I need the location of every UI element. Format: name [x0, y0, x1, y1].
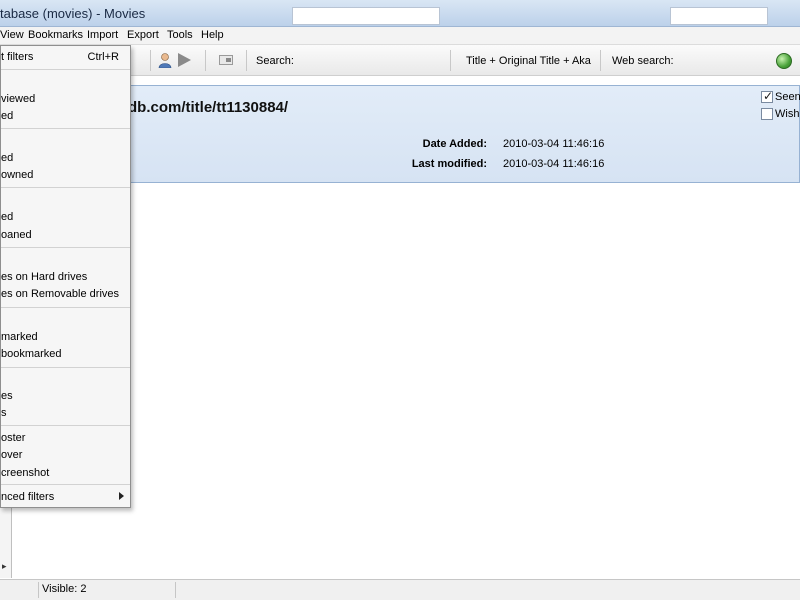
status-separator	[38, 582, 39, 598]
window-title: tabase (movies) - Movies	[0, 6, 146, 21]
menu-bookmarks[interactable]: Bookmarks	[28, 29, 83, 41]
date-added-value: 2010-03-04 11:46:16	[503, 138, 605, 150]
menu-separator	[1, 69, 130, 70]
menu-item-filter[interactable]: ed	[1, 209, 130, 226]
card-icon[interactable]	[219, 55, 233, 65]
menu-item-filter[interactable]: marked	[1, 329, 130, 346]
seen-checkbox[interactable]	[761, 89, 773, 103]
menu-item-label: s	[1, 407, 7, 419]
menu-item-reset-filters[interactable]: t filters Ctrl+R	[1, 49, 130, 66]
wish-checkbox[interactable]	[761, 108, 773, 120]
menu-item-filter[interactable]: es on Removable drives	[1, 286, 130, 303]
chevron-right-icon[interactable]: ▸	[2, 561, 7, 572]
menu-item-label: over	[1, 449, 23, 461]
submenu-arrow-icon	[119, 492, 124, 500]
menu-item-label: viewed	[1, 93, 36, 105]
search-label: Search:	[256, 55, 294, 67]
last-modified-value: 2010-03-04 11:46:16	[503, 158, 605, 170]
menu-separator	[1, 128, 130, 129]
menu-item-advanced-filters[interactable]: nced filters	[1, 489, 130, 506]
toolbar-separator	[150, 50, 151, 71]
status-separator	[175, 582, 176, 598]
menu-separator	[1, 367, 130, 368]
menu-item-filter[interactable]: oaned	[1, 227, 130, 244]
seen-label: Seen	[775, 91, 800, 103]
wish-label: Wish	[775, 108, 800, 120]
imdb-url[interactable]: db.com/title/tt1130884/	[128, 99, 288, 116]
person-icon[interactable]	[157, 52, 173, 68]
toolbar-separator	[246, 50, 247, 71]
menu-item-filter[interactable]: viewed	[1, 91, 130, 108]
menu-item-filter[interactable]: creenshot	[1, 465, 130, 482]
menu-import[interactable]: Import	[87, 29, 118, 41]
menu-item-label: creenshot	[1, 467, 50, 479]
web-search-input[interactable]	[670, 7, 768, 25]
search-scope-selector[interactable]: Title + Original Title + Aka	[466, 55, 591, 67]
menu-bar: View Bookmarks Import Export Tools Help	[0, 27, 800, 45]
menu-item-label: ed	[1, 152, 14, 164]
menu-item-label: ed	[1, 110, 14, 122]
status-bar	[0, 579, 800, 600]
toolbar-separator	[205, 50, 206, 71]
menu-item-label: t filters	[1, 51, 34, 63]
toolbar-separator	[450, 50, 451, 71]
menu-item-filter[interactable]: s	[1, 405, 130, 422]
menu-separator	[1, 425, 130, 426]
web-search-go-button[interactable]	[776, 53, 792, 69]
menu-item-filter[interactable]: es on Hard drives	[1, 269, 130, 286]
menu-item-filter[interactable]: es	[1, 388, 130, 405]
menu-item-filter[interactable]: over	[1, 447, 130, 464]
last-modified-label: Last modified:	[411, 158, 487, 170]
menu-item-filter[interactable]: ed	[1, 150, 130, 167]
menu-item-label: marked	[1, 331, 38, 343]
date-added-label: Date Added:	[422, 138, 487, 150]
menu-item-filter[interactable]: ed	[1, 108, 130, 125]
menu-item-label: es on Removable drives	[1, 288, 120, 300]
toolbar-separator	[600, 50, 601, 71]
filter-dropdown-menu: t filters Ctrl+R viewed ed ed owned ed o…	[0, 45, 131, 508]
menu-export[interactable]: Export	[127, 29, 159, 41]
menu-item-label: nced filters	[1, 491, 55, 503]
menu-item-shortcut: Ctrl+R	[87, 51, 119, 63]
menu-tools[interactable]: Tools	[167, 29, 193, 41]
search-input[interactable]	[292, 7, 440, 25]
menu-item-filter[interactable]: oster	[1, 430, 130, 447]
menu-item-label: ed	[1, 211, 14, 223]
menu-help[interactable]: Help	[201, 29, 224, 41]
menu-separator	[1, 484, 130, 485]
menu-item-label: es	[1, 390, 13, 402]
menu-view[interactable]: View	[0, 29, 24, 41]
menu-separator	[1, 187, 130, 188]
menu-separator	[1, 247, 130, 248]
menu-separator	[1, 307, 130, 308]
menu-item-label: bookmarked	[1, 348, 62, 360]
menu-item-label: owned	[1, 169, 34, 181]
menu-item-filter[interactable]: bookmarked	[1, 346, 130, 363]
menu-item-filter[interactable]: owned	[1, 167, 130, 184]
web-search-label: Web search:	[612, 55, 674, 67]
menu-item-label: oaned	[1, 229, 32, 241]
play-icon[interactable]	[178, 53, 191, 67]
visible-count: Visible: 2	[42, 583, 87, 595]
menu-item-label: es on Hard drives	[1, 271, 88, 283]
menu-item-label: oster	[1, 432, 26, 444]
